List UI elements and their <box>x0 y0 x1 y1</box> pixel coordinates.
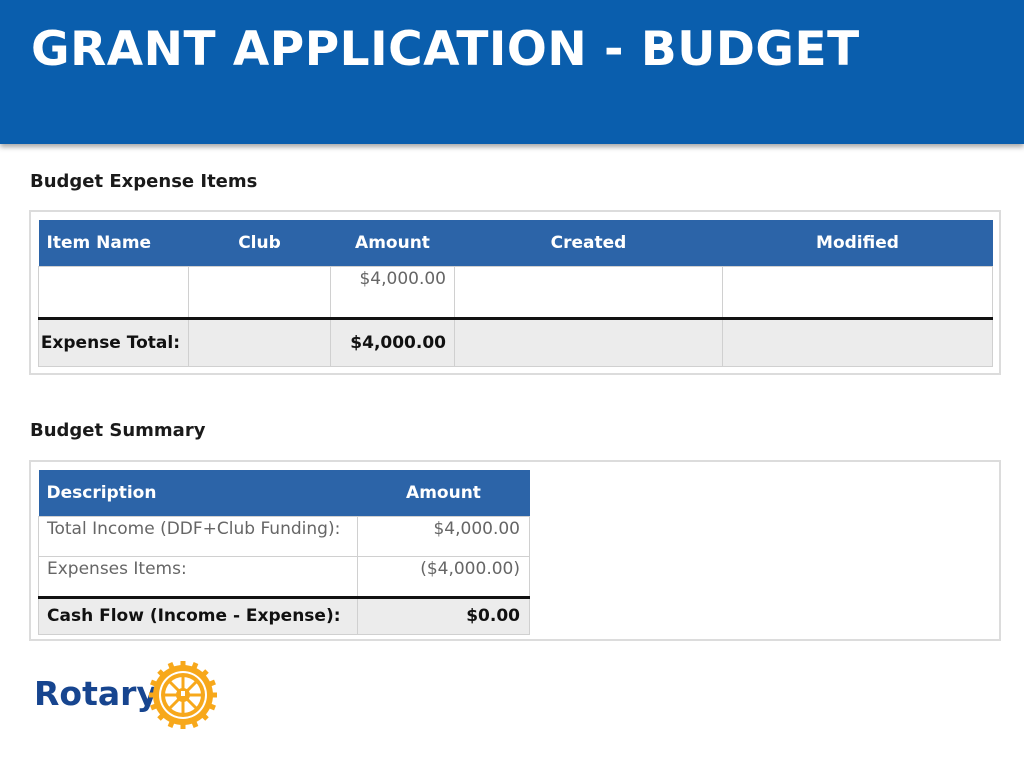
cash-flow-amount: $0.00 <box>357 596 530 635</box>
expense-total-amount: $4,000.00 <box>330 317 455 367</box>
total-empty-cell <box>454 317 723 367</box>
column-header-club[interactable]: Club <box>188 220 331 267</box>
summary-description-cell: Total Income (DDF+Club Funding): <box>38 516 358 557</box>
table-row: Total Income (DDF+Club Funding): $4,000.… <box>38 516 530 557</box>
summary-amount-cell: $4,000.00 <box>357 516 530 557</box>
summary-section-title: Budget Summary <box>30 420 206 441</box>
column-header-description[interactable]: Description <box>38 470 358 517</box>
column-header-item-name[interactable]: Item Name <box>38 220 189 267</box>
summary-amount-cell: ($4,000.00) <box>357 556 530 598</box>
amount-cell: $4,000.00 <box>330 266 455 319</box>
table-row: Expenses Items: ($4,000.00) <box>38 556 530 598</box>
expense-total-label: Expense Total: <box>38 317 189 367</box>
expense-header-row: Item Name Club Amount Created Modified <box>38 220 993 267</box>
club-cell <box>188 266 331 319</box>
column-header-modified[interactable]: Modified <box>722 220 993 267</box>
rotary-wordmark: Rotary <box>34 674 158 713</box>
total-empty-cell <box>188 317 331 367</box>
rotary-wheel-icon <box>149 661 217 729</box>
created-cell <box>454 266 723 319</box>
title-banner: GRANT APPLICATION - BUDGET <box>0 0 1024 144</box>
column-header-created[interactable]: Created <box>454 220 723 267</box>
summary-description-cell: Expenses Items: <box>38 556 358 598</box>
column-header-amount[interactable]: Amount <box>330 220 455 267</box>
total-empty-cell <box>722 317 993 367</box>
cash-flow-row: Cash Flow (Income - Expense): $0.00 <box>38 596 530 635</box>
table-row: $4,000.00 <box>38 266 993 319</box>
cash-flow-label: Cash Flow (Income - Expense): <box>38 596 358 635</box>
modified-cell <box>722 266 993 319</box>
summary-table: Description Amount Total Income (DDF+Clu… <box>38 470 530 635</box>
expense-table: Item Name Club Amount Created Modified $… <box>38 220 993 367</box>
item-name-cell <box>38 266 189 319</box>
expense-total-row: Expense Total: $4,000.00 <box>38 317 993 367</box>
expense-section-title: Budget Expense Items <box>30 171 258 192</box>
page-title: GRANT APPLICATION - BUDGET <box>31 22 860 77</box>
column-header-summary-amount[interactable]: Amount <box>357 470 530 517</box>
summary-header-row: Description Amount <box>38 470 530 517</box>
